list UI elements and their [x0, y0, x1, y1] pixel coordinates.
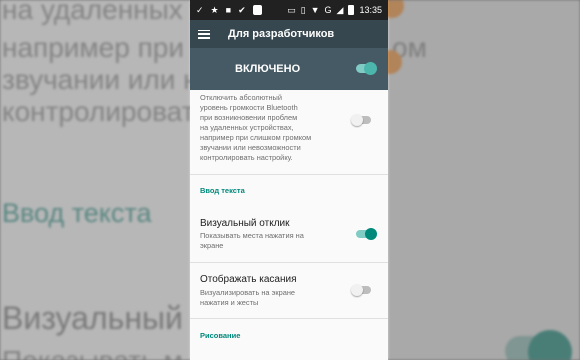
notification-icon [252, 5, 262, 15]
page-title: Для разработчиков [228, 28, 335, 40]
wifi-icon: ▼ [310, 4, 320, 15]
vibrate-icon: ▯ [300, 4, 306, 15]
menu-icon[interactable] [198, 29, 210, 39]
master-switch-label: ВКЛЮЧЕНО [235, 63, 301, 75]
bt-volume-toggle[interactable] [351, 114, 371, 126]
visual-feedback-toggle[interactable] [356, 228, 377, 240]
visual-feedback-title: Визуальный отклик [200, 218, 290, 229]
bt-volume-description: звучании или невозможности [200, 143, 301, 152]
bt-volume-description: контролировать настройку. [200, 153, 293, 162]
master-switch-bar[interactable]: ВКЛЮЧЕНО [190, 48, 388, 90]
bt-volume-description: на удаленных устройствах, [200, 123, 294, 132]
show-touches-title: Отображать касания [200, 274, 297, 285]
status-bar: ✓ ★ ■ ✔ ▭ ▯ ▼ G ◢ 13:35 [190, 0, 388, 20]
bt-volume-description: Отключить абсолютный [200, 93, 282, 102]
battery-icon [348, 5, 355, 15]
bt-volume-description: при возникновении проблем [200, 113, 298, 122]
show-touches-description: нажатия и жесты [200, 298, 259, 307]
video-icon: ■ [225, 4, 232, 15]
show-touches-description: Визуализировать на экране [200, 288, 296, 297]
check-icon: ✓ [196, 4, 204, 15]
star-icon: ★ [210, 4, 219, 15]
section-header-drawing: Рисование [200, 331, 241, 340]
phone-screen: ✓ ★ ■ ✔ ▭ ▯ ▼ G ◢ 13:35 Для разработчико… [190, 0, 388, 360]
section-header-input: Ввод текста [200, 186, 245, 195]
bg-shade-left [0, 0, 190, 360]
show-touches-toggle[interactable] [351, 284, 371, 296]
divider [190, 318, 388, 319]
done-all-icon: ✔ [238, 4, 246, 15]
master-switch-toggle[interactable] [356, 62, 377, 75]
bt-volume-description: например при слишком громком [200, 133, 312, 142]
visual-feedback-description: экране [200, 241, 224, 250]
network-type-label: G [324, 4, 332, 15]
clock: 13:35 [359, 4, 382, 15]
app-bar: Для разработчиков [190, 20, 388, 48]
bg-shade-right [388, 0, 580, 360]
visual-feedback-description: Показывать места нажатия на [200, 231, 304, 240]
bt-volume-description: уровень громкости Bluetooth [200, 103, 298, 112]
cast-icon: ▭ [287, 4, 296, 15]
settings-list: Отключить абсолютный уровень громкости B… [190, 90, 388, 360]
divider [190, 262, 388, 263]
signal-icon: ◢ [336, 4, 344, 15]
divider [190, 174, 388, 175]
